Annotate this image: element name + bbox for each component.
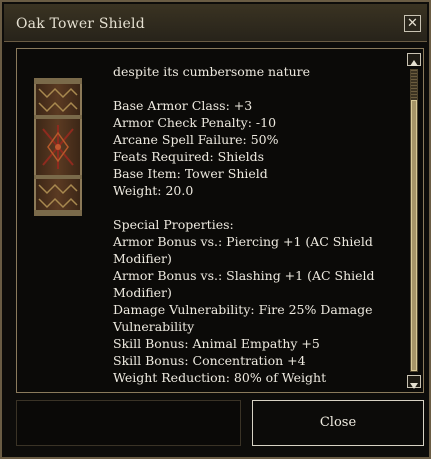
property-weight-reduction: Weight Reduction: 80% of Weight <box>113 370 327 385</box>
close-icon[interactable]: ✕ <box>404 15 421 32</box>
item-description-panel: despite its cumbersome nature Base Armor… <box>16 48 424 393</box>
triangle-down-icon <box>410 383 418 389</box>
property-fire-vulnerability: Damage Vulnerability: Fire 25% Damage Vu… <box>113 302 373 334</box>
scroll-track[interactable] <box>410 69 418 372</box>
triangle-up-icon <box>410 60 418 66</box>
item-flavor-text: despite its cumbersome nature <box>113 64 311 79</box>
stat-base-item: Base Item: Tower Shield <box>113 166 268 181</box>
special-properties-heading: Special Properties: <box>113 217 234 232</box>
stat-arcane-spell-failure: Arcane Spell Failure: 50% <box>113 132 279 147</box>
stat-weight: Weight: 20.0 <box>113 183 194 198</box>
item-properties-text: despite its cumbersome nature Base Armor… <box>113 63 399 386</box>
footer-empty-panel <box>16 400 241 446</box>
scroll-up-button[interactable] <box>407 53 421 66</box>
stat-feats-required: Feats Required: Shields <box>113 149 265 164</box>
scrollbar[interactable] <box>407 53 421 389</box>
property-concentration: Skill Bonus: Concentration +4 <box>113 353 306 368</box>
stat-armor-check-penalty: Armor Check Penalty: -10 <box>113 115 277 130</box>
scroll-down-button[interactable] <box>407 375 421 389</box>
property-animal-empathy: Skill Bonus: Animal Empathy +5 <box>113 336 320 351</box>
title-bar[interactable]: Oak Tower Shield ✕ <box>4 4 427 42</box>
property-slashing: Armor Bonus vs.: Slashing +1 (AC Shield … <box>113 268 375 300</box>
stat-base-armor-class: Base Armor Class: +3 <box>113 98 253 113</box>
scroll-thumb[interactable] <box>411 100 417 371</box>
tower-shield-icon <box>33 77 83 217</box>
item-examine-window: Oak Tower Shield ✕ despite its cumbersom… <box>0 0 431 459</box>
close-button[interactable]: Close <box>252 400 424 446</box>
property-piercing: Armor Bonus vs.: Piercing +1 (AC Shield … <box>113 234 373 266</box>
window-title: Oak Tower Shield <box>16 16 145 32</box>
